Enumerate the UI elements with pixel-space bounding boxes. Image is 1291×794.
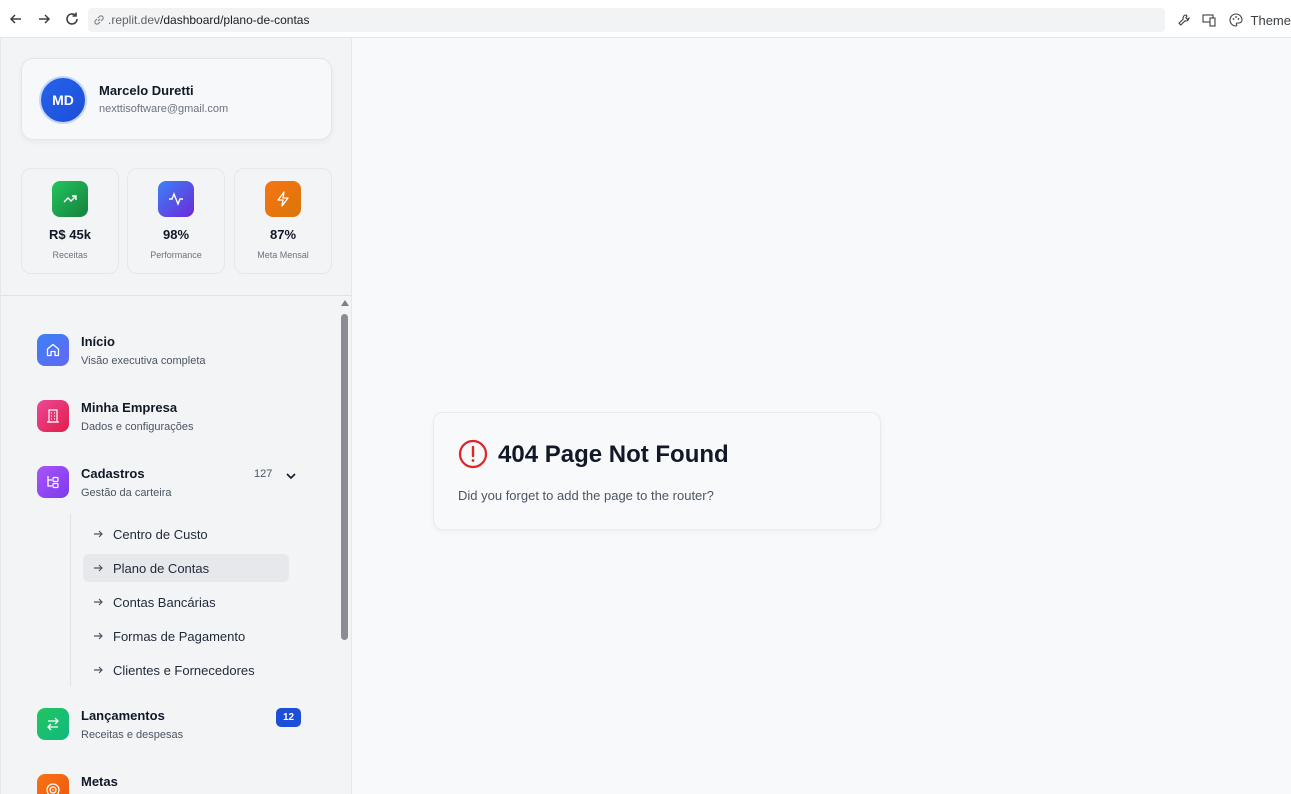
- reload-icon: [66, 12, 78, 25]
- avatar: MD: [39, 76, 87, 124]
- wrench-button[interactable]: [1171, 8, 1197, 32]
- menu-subtitle: Gestão da carteira: [81, 487, 172, 499]
- menu-title: Lançamentos: [81, 708, 165, 723]
- forward-button[interactable]: [33, 8, 55, 30]
- arrow-right-icon: [83, 562, 113, 574]
- link-icon: [94, 15, 104, 25]
- tree-icon: [37, 466, 69, 498]
- devices-icon: [1202, 14, 1216, 27]
- building-icon: [37, 400, 69, 432]
- scroll-thumb[interactable]: [341, 314, 348, 640]
- menu-item-lancamentos[interactable]: Lançamentos Receitas e despesas 12: [37, 708, 307, 748]
- home-icon: [37, 334, 69, 366]
- alert-circle-icon: [458, 439, 488, 469]
- trending-up-icon: [52, 181, 88, 217]
- divider: [1, 295, 351, 296]
- devices-button[interactable]: [1197, 8, 1223, 32]
- browser-tools: Theme: [1171, 8, 1291, 32]
- arrow-right-icon: [83, 664, 113, 676]
- stat-value: 87%: [269, 227, 297, 242]
- menu-item-metas[interactable]: Metas: [37, 774, 307, 794]
- menu-item-cadastros[interactable]: Cadastros Gestão da carteira 127: [37, 466, 307, 506]
- error-title: 404 Page Not Found: [498, 441, 729, 468]
- wrench-icon: [1177, 14, 1190, 26]
- arrow-right-icon: [83, 630, 113, 642]
- submenu-label: Contas Bancárias: [113, 594, 216, 610]
- palette-icon: [1228, 13, 1243, 27]
- zap-icon: [265, 181, 301, 217]
- swap-icon: [37, 708, 69, 740]
- menu-subtitle: Visão executiva completa: [81, 355, 206, 367]
- submenu-label: Centro de Custo: [113, 526, 208, 542]
- arrow-right-icon: [39, 14, 51, 24]
- target-icon: [37, 774, 69, 794]
- menu-item-inicio[interactable]: Início Visão executiva completa: [37, 334, 307, 374]
- browser-toolbar: .replit.dev/dashboard/plano-de-contas Th…: [0, 0, 1291, 38]
- error-message: Did you forget to add the page to the ro…: [458, 488, 714, 503]
- stat-meta-mensal: 87% Meta Mensal: [234, 168, 332, 274]
- menu-item-minha-empresa[interactable]: Minha Empresa Dados e configurações: [37, 400, 307, 440]
- submenu-guide: [70, 514, 71, 686]
- menu-subtitle: Dados e configurações: [81, 421, 194, 433]
- reload-button[interactable]: [61, 8, 83, 30]
- stat-label: Performance: [150, 250, 202, 260]
- submenu-label: Plano de Contas: [113, 560, 210, 576]
- url-domain: .replit.dev: [108, 13, 161, 27]
- arrow-right-icon: [83, 596, 113, 608]
- scroll-up-arrow[interactable]: [341, 300, 349, 306]
- sidebar-scrollbar[interactable]: [337, 296, 351, 794]
- address-bar[interactable]: .replit.dev/dashboard/plano-de-contas: [88, 8, 1165, 32]
- submenu-item-plano-de-contas[interactable]: Plano de Contas: [83, 554, 289, 582]
- profile-email: nexttisoftware@gmail.com: [99, 103, 229, 115]
- menu-title: Cadastros: [81, 466, 145, 481]
- stat-label: Meta Mensal: [257, 250, 309, 260]
- submenu-item-contas-bancarias[interactable]: Contas Bancárias: [83, 588, 289, 616]
- stat-performance: 98% Performance: [127, 168, 225, 274]
- not-found-card: 404 Page Not Found Did you forget to add…: [433, 412, 881, 530]
- arrow-left-icon: [9, 14, 21, 24]
- sidebar: MD Marcelo Duretti nexttisoftware@gmail.…: [0, 38, 352, 794]
- submenu-label: Clientes e Fornecedores: [113, 662, 255, 678]
- profile-name: Marcelo Duretti: [99, 83, 194, 98]
- count-badge: 12: [276, 708, 301, 727]
- profile-card[interactable]: MD Marcelo Duretti nexttisoftware@gmail.…: [21, 58, 332, 140]
- menu-subtitle: Receitas e despesas: [81, 729, 184, 741]
- theme-label[interactable]: Theme: [1249, 13, 1291, 28]
- menu-title: Minha Empresa: [81, 400, 178, 415]
- stat-value: 98%: [162, 227, 190, 242]
- submenu-label: Formas de Pagamento: [113, 628, 246, 644]
- submenu-item-centro-de-custo[interactable]: Centro de Custo: [83, 520, 289, 548]
- arrow-right-icon: [83, 528, 113, 540]
- submenu-item-clientes-e-fornecedores[interactable]: Clientes e Fornecedores: [83, 656, 289, 684]
- palette-button[interactable]: [1223, 8, 1249, 32]
- menu-title: Metas: [81, 774, 118, 789]
- menu-title: Início: [81, 334, 115, 349]
- count-label: 127: [254, 468, 273, 480]
- url-path: /dashboard/plano-de-contas: [160, 13, 310, 27]
- activity-icon: [158, 181, 194, 217]
- submenu-item-formas-de-pagamento[interactable]: Formas de Pagamento: [83, 622, 289, 650]
- stat-value: R$ 45k: [49, 227, 91, 242]
- chevron-down-icon[interactable]: [283, 468, 299, 484]
- stat-receitas: R$ 45k Receitas: [21, 168, 119, 274]
- back-button[interactable]: [5, 8, 27, 30]
- stat-label: Receitas: [52, 250, 88, 260]
